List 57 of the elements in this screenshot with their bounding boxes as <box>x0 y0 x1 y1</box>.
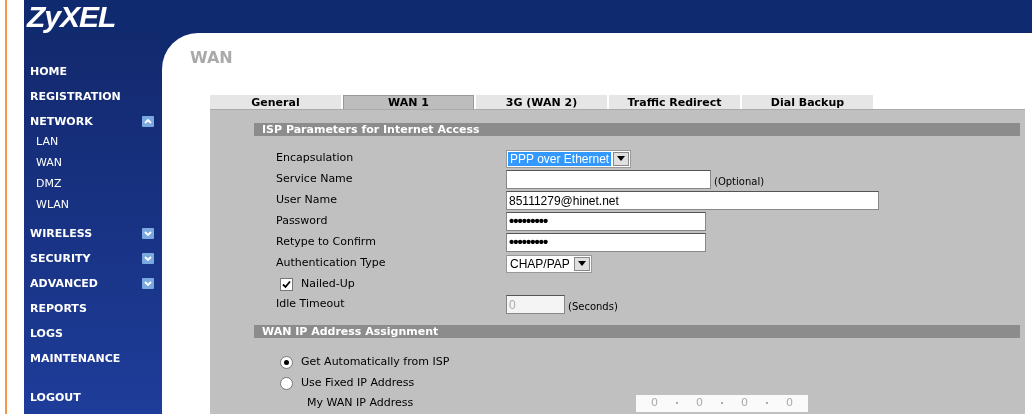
section-header: WAN IP Address Assignment <box>254 325 1020 338</box>
sidebar-item[interactable]: WIRELESS <box>30 228 93 239</box>
dot-separator-icon <box>676 402 678 404</box>
field-label: User Name <box>276 192 339 209</box>
text-field[interactable]: ••••••••• <box>506 233 706 252</box>
radio-label: Use Fixed IP Address <box>301 375 415 392</box>
text-field[interactable] <box>506 170 711 189</box>
dropdown[interactable]: CHAP/PAP <box>506 254 592 273</box>
dot-separator-icon <box>766 402 768 404</box>
sidebar-subitem[interactable]: WLAN <box>36 194 154 215</box>
dropdown-value: CHAP/PAP <box>509 256 571 271</box>
section-header: ISP Parameters for Internet Access <box>254 123 1020 136</box>
ip-octet: 0 <box>786 394 793 411</box>
field-label: Password <box>276 213 329 230</box>
page-title: WAN <box>190 50 233 66</box>
logout-link[interactable]: LOGOUT <box>30 389 154 406</box>
tab[interactable]: Dial Backup <box>742 95 873 109</box>
ip-octet: 0 <box>651 394 658 411</box>
checkbox[interactable] <box>280 277 293 291</box>
expand-icon[interactable] <box>142 228 154 239</box>
field-label: My WAN IP Address <box>307 394 415 411</box>
expand-icon[interactable] <box>142 253 154 264</box>
collapse-icon[interactable] <box>142 116 154 127</box>
tab[interactable]: WAN 1 <box>343 95 474 109</box>
sidebar-item[interactable]: REPORTS <box>30 303 87 314</box>
field-label: Service Name <box>276 171 354 188</box>
sidebar-item[interactable]: REGISTRATION <box>30 91 121 102</box>
sidebar-item[interactable]: HOME <box>30 66 68 77</box>
sidebar-subitem[interactable]: DMZ <box>36 173 154 194</box>
field-label: Idle Timeout <box>276 296 346 313</box>
sidebar-item[interactable]: NETWORK <box>30 116 93 127</box>
tab[interactable]: Traffic Redirect <box>609 95 740 109</box>
text-field[interactable]: ••••••••• <box>506 212 706 231</box>
sidebar-subitem[interactable]: WAN <box>36 152 154 173</box>
ip-octet: 0 <box>741 394 748 411</box>
sidebar-subitem[interactable]: LAN <box>36 131 154 152</box>
radio-label: Get Automatically from ISP <box>301 354 450 371</box>
field-note: (Seconds) <box>568 299 618 314</box>
tab[interactable]: 3G (WAN 2) <box>476 95 607 109</box>
radio-button[interactable] <box>280 356 293 369</box>
field-label: Authentication Type <box>276 255 387 272</box>
sidebar-item[interactable]: MAINTENANCE <box>30 353 121 364</box>
tab[interactable]: General <box>210 95 341 109</box>
sidebar-item[interactable]: ADVANCED <box>30 278 98 289</box>
dot-separator-icon <box>721 402 723 404</box>
checkbox-label: Nailed-Up <box>301 275 355 292</box>
radio-button[interactable] <box>280 377 293 390</box>
sidebar-item[interactable]: SECURITY <box>30 253 91 264</box>
ip-octet: 0 <box>696 394 703 411</box>
logo: ZyXEL <box>27 1 116 32</box>
expand-icon[interactable] <box>142 278 154 289</box>
field-label: Retype to Confirm <box>276 234 377 251</box>
sidebar-item[interactable]: LOGS <box>30 328 63 339</box>
field-note: (Optional) <box>714 174 765 189</box>
dropdown-value: PPP over Ethernet <box>508 151 612 166</box>
text-field[interactable]: 85111279@hinet.net <box>506 191 879 210</box>
field-label: Encapsulation <box>276 150 355 167</box>
